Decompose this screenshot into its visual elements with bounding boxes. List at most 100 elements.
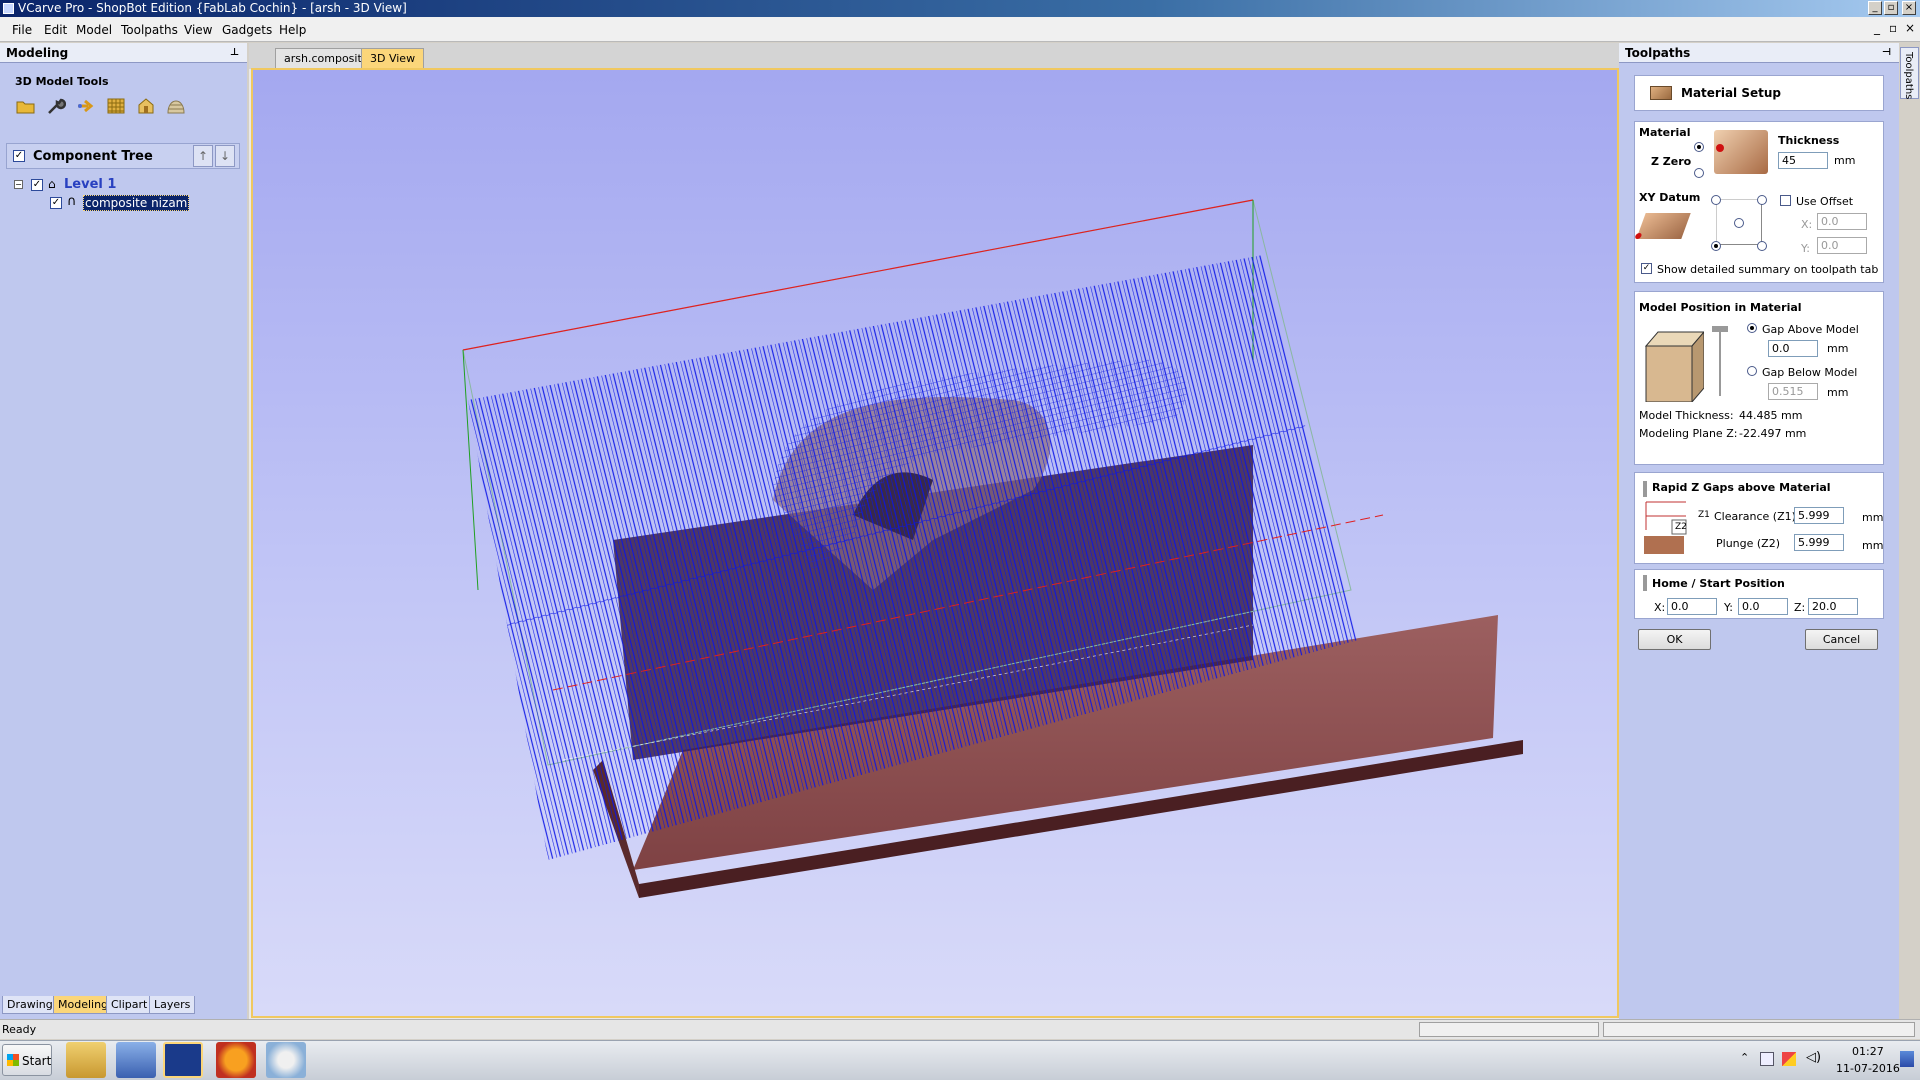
modeling-plane-label: Modeling Plane Z: <box>1639 427 1738 440</box>
clock-time: 01:27 <box>1852 1045 1884 1058</box>
datum-top-right-radio[interactable] <box>1757 195 1767 205</box>
grid-icon[interactable] <box>106 97 126 115</box>
mdi-close-button[interactable]: × <box>1905 22 1915 34</box>
tray-volume-icon[interactable]: ◁) <box>1806 1050 1821 1065</box>
toolpaths-panel-title: Toolpaths <box>1625 46 1691 60</box>
arrows-icon[interactable] <box>76 97 96 115</box>
shape-icon[interactable] <box>136 97 156 115</box>
datum-center-radio[interactable] <box>1734 218 1744 228</box>
datum-top-left-radio[interactable] <box>1711 195 1721 205</box>
menu-file[interactable]: File <box>12 23 32 37</box>
offset-y-label: Y: <box>1801 242 1810 255</box>
home-y-input[interactable]: 0.0 <box>1738 598 1788 615</box>
tree-collapse-icon[interactable]: − <box>14 180 23 189</box>
component-checkbox[interactable]: ✓ <box>50 197 62 209</box>
home-x-label: X: <box>1654 601 1666 614</box>
plunge-input[interactable]: 5.999 <box>1794 534 1844 551</box>
tree-level-row[interactable]: − ✓ ⌂ Level 1 <box>14 177 234 193</box>
start-label: Start <box>22 1054 52 1068</box>
z2-label: Z2 <box>1675 522 1687 532</box>
material-label: Material <box>1639 126 1691 139</box>
pin-icon[interactable]: ⊣ <box>1882 43 1891 63</box>
ok-button[interactable]: OK <box>1638 629 1711 650</box>
plunge-label: Plunge (Z2) <box>1716 537 1780 550</box>
tree-component-row[interactable]: ✓ ∩ composite nizam <box>50 194 240 211</box>
clearance-input[interactable]: 5.999 <box>1794 507 1844 524</box>
dome-icon[interactable] <box>166 97 186 115</box>
xy-datum-label: XY Datum <box>1639 191 1701 204</box>
modeling-panel-header: Modeling ⊥ <box>0 43 247 63</box>
tab-drawing[interactable]: Drawing <box>2 996 58 1014</box>
tab-clipart[interactable]: Clipart <box>106 996 153 1014</box>
home-y-label: Y: <box>1724 601 1733 614</box>
xy-datum-icon <box>1634 213 1691 239</box>
gap-above-radio[interactable] <box>1747 323 1757 333</box>
home-x-input[interactable]: 0.0 <box>1667 598 1717 615</box>
use-offset-checkbox[interactable] <box>1780 195 1791 206</box>
mdi-minimize-button[interactable]: _ <box>1874 22 1880 34</box>
title-bar: VCarve Pro - ShopBot Edition {FabLab Coc… <box>0 0 1920 17</box>
status-text: Ready <box>2 1023 37 1036</box>
move-down-button[interactable]: ↓ <box>215 145 235 167</box>
gap-below-label: Gap Below Model <box>1762 366 1858 379</box>
tab-3d-view[interactable]: 3D View <box>361 48 425 68</box>
shopbot-icon[interactable] <box>116 1042 156 1078</box>
status-progress <box>1419 1022 1599 1037</box>
open-folder-icon[interactable] <box>16 97 36 115</box>
start-button[interactable]: Start <box>2 1044 52 1076</box>
side-tab-toolpaths[interactable]: Toolpaths <box>1900 47 1919 99</box>
3d-view-canvas[interactable] <box>253 70 1617 1016</box>
tray-arrow-icon[interactable]: ⌃ <box>1740 1051 1749 1064</box>
menu-help[interactable]: Help <box>279 23 306 37</box>
thickness-input[interactable]: 45 <box>1778 152 1828 169</box>
model-thickness-value: 44.485 mm <box>1739 409 1803 422</box>
tray-flag-icon[interactable] <box>1782 1052 1796 1066</box>
z-zero-top-radio[interactable] <box>1694 142 1704 152</box>
tab-modeling[interactable]: Modeling <box>53 996 114 1014</box>
close-button[interactable]: × <box>1902 1 1916 15</box>
level-checkbox[interactable]: ✓ <box>31 179 43 191</box>
pin-icon[interactable]: ⊥ <box>230 43 239 63</box>
material-setup-header: Material Setup <box>1634 75 1884 111</box>
show-summary-checkbox[interactable]: ✓ <box>1641 263 1652 274</box>
model-position-cube-icon <box>1644 326 1706 404</box>
move-up-button[interactable]: ↑ <box>193 145 213 167</box>
maximize-button[interactable]: ▫ <box>1884 1 1898 15</box>
datum-bottom-right-radio[interactable] <box>1757 241 1767 251</box>
menu-edit[interactable]: Edit <box>44 23 67 37</box>
app-icon <box>3 3 14 14</box>
thickness-label: Thickness <box>1778 134 1840 147</box>
tab-layers[interactable]: Layers <box>149 996 196 1014</box>
firefox-icon[interactable] <box>216 1042 256 1078</box>
z-zero-bottom-radio[interactable] <box>1694 168 1704 178</box>
vcarve-icon[interactable] <box>163 1042 203 1078</box>
offset-x-input[interactable]: 0.0 <box>1817 213 1867 230</box>
gap-below-input[interactable]: 0.515 <box>1768 383 1818 400</box>
wrench-icon[interactable] <box>46 97 67 115</box>
datum-bottom-left-radio[interactable] <box>1711 241 1721 251</box>
paint-icon[interactable] <box>266 1042 306 1078</box>
tray-network-icon[interactable] <box>1760 1052 1774 1066</box>
component-tree-checkbox[interactable]: ✓ <box>13 150 25 162</box>
z1-label: Z1 <box>1698 510 1710 520</box>
mdi-restore-button[interactable]: ▫ <box>1889 22 1897 34</box>
cancel-button[interactable]: Cancel <box>1805 629 1878 650</box>
rapid-gaps-diagram-icon <box>1642 500 1702 556</box>
rapid-gaps-bar-icon <box>1643 481 1647 497</box>
gap-below-radio[interactable] <box>1747 366 1757 376</box>
menu-view[interactable]: View <box>184 23 212 37</box>
modeling-panel-title: Modeling <box>6 46 69 60</box>
gap-above-label: Gap Above Model <box>1762 323 1859 336</box>
offset-y-input[interactable]: 0.0 <box>1817 237 1867 254</box>
gap-above-unit: mm <box>1827 342 1849 355</box>
show-desktop-button[interactable] <box>1900 1051 1914 1067</box>
home-z-input[interactable]: 20.0 <box>1808 598 1858 615</box>
menu-model[interactable]: Model <box>76 23 112 37</box>
z-zero-label: Z Zero <box>1651 155 1692 168</box>
explorer-icon[interactable] <box>66 1042 106 1078</box>
gap-above-input[interactable]: 0.0 <box>1768 340 1818 357</box>
menu-toolpaths[interactable]: Toolpaths <box>121 23 178 37</box>
minimize-button[interactable]: _ <box>1868 1 1882 15</box>
menu-gadgets[interactable]: Gadgets <box>222 23 272 37</box>
windows-logo-icon <box>7 1054 19 1066</box>
